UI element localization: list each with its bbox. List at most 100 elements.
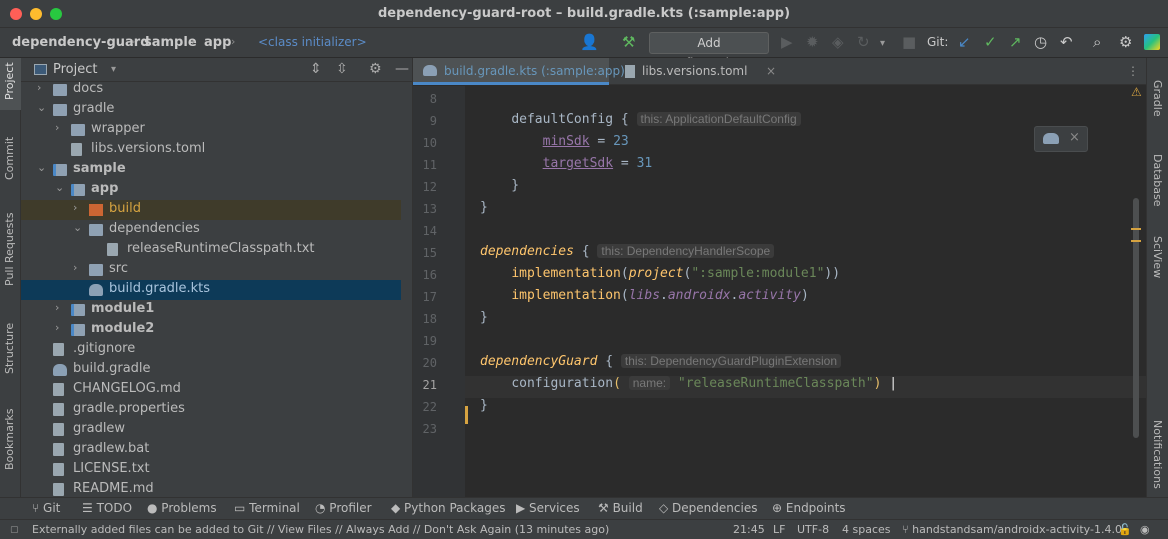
bookmarks-tool-button[interactable]: Bookmarks bbox=[3, 409, 16, 470]
tree-item-changelog-md[interactable]: CHANGELOG.md bbox=[21, 380, 401, 400]
project-view-chevron-icon[interactable]: ▾ bbox=[111, 64, 116, 75]
chevron-down-icon[interactable]: ⌄ bbox=[73, 221, 82, 234]
tree-item-app[interactable]: ⌄ app bbox=[21, 180, 401, 200]
notifications-tool-button[interactable]: Notifications bbox=[1151, 420, 1164, 489]
tree-item-gradle[interactable]: ⌄ gradle bbox=[21, 100, 401, 120]
close-popup-icon[interactable]: × bbox=[1069, 130, 1080, 145]
left-tool-strip: Project Commit Pull Requests Structure B… bbox=[0, 58, 21, 497]
project-tool-button[interactable]: Project bbox=[3, 62, 16, 100]
panel-settings-gear-icon[interactable]: ⚙ bbox=[369, 61, 382, 77]
add-configuration-button[interactable]: Add Configuration... bbox=[649, 32, 769, 70]
status-panel-icon[interactable]: ▢ bbox=[10, 525, 19, 535]
git-push-icon[interactable]: ↗ bbox=[1009, 35, 1022, 50]
user-icon[interactable]: 👤 bbox=[580, 35, 599, 50]
profile-icon[interactable]: ↻ bbox=[857, 35, 870, 50]
hide-panel-icon[interactable]: — bbox=[395, 61, 409, 77]
git-branch[interactable]: ⑂ handstandsam/androidx-activity-1.4.0 bbox=[902, 523, 1122, 536]
tool-python-packages[interactable]: ◆ Python Packages bbox=[391, 501, 505, 515]
tree-item-module1[interactable]: › module1 bbox=[21, 300, 401, 320]
tool-terminal[interactable]: ▭ Terminal bbox=[234, 501, 300, 515]
chevron-right-icon[interactable]: › bbox=[55, 301, 59, 314]
git-update-icon[interactable]: ↙ bbox=[958, 35, 971, 50]
class-initializer-crumb[interactable]: <class initializer> bbox=[258, 35, 367, 55]
tree-item-gradlew-bat[interactable]: gradlew.bat bbox=[21, 440, 401, 460]
tree-item-sample[interactable]: ⌄ sample bbox=[21, 160, 401, 180]
lock-icon[interactable]: 🔓 bbox=[1118, 523, 1132, 536]
chevron-right-icon[interactable]: › bbox=[37, 81, 41, 94]
run-icon[interactable]: ▶ bbox=[781, 35, 793, 50]
tree-item-libs-versions-toml[interactable]: libs.versions.toml bbox=[21, 140, 401, 160]
tab-libs-versions-toml[interactable]: libs.versions.toml × bbox=[609, 58, 784, 85]
tool-build[interactable]: ⚒ Build bbox=[598, 501, 643, 515]
change-marker bbox=[465, 406, 468, 424]
tree-item-releaseruntimeclasspath-txt[interactable]: releaseRuntimeClasspath.txt bbox=[21, 240, 401, 260]
code-line-18: } bbox=[480, 310, 488, 325]
tab-build-gradle-kts[interactable]: build.gradle.kts (:sample:app) bbox=[413, 58, 625, 85]
status-message[interactable]: Externally added files can be added to G… bbox=[32, 523, 609, 536]
sciview-tool-button[interactable]: SciView bbox=[1151, 236, 1164, 278]
collapse-all-icon[interactable]: ⇳ bbox=[336, 61, 348, 77]
tab-list-icon[interactable]: ⋮ bbox=[1127, 64, 1139, 78]
tree-item-docs[interactable]: › docs bbox=[21, 80, 401, 100]
gradle-sync-icon[interactable] bbox=[1043, 133, 1059, 144]
tree-item-gradle-properties[interactable]: gradle.properties bbox=[21, 400, 401, 420]
warning-icon[interactable]: ⚠ bbox=[1131, 85, 1142, 99]
line-separator[interactable]: LF bbox=[773, 523, 785, 536]
indent-setting[interactable]: 4 spaces bbox=[842, 523, 891, 536]
database-tool-button[interactable]: Database bbox=[1151, 154, 1164, 207]
tree-item-gitignore[interactable]: .gitignore bbox=[21, 340, 401, 360]
more-run-chevron-icon[interactable]: ▾ bbox=[880, 36, 885, 51]
coverage-icon[interactable]: ◈ bbox=[832, 35, 844, 50]
tree-item-dependencies[interactable]: ⌄ dependencies bbox=[21, 220, 401, 240]
editor-scrollbar[interactable] bbox=[1133, 198, 1139, 438]
structure-tool-button[interactable]: Structure bbox=[3, 323, 16, 374]
tool-todo[interactable]: ☰ TODO bbox=[82, 501, 132, 515]
expand-all-icon[interactable]: ⇕ bbox=[310, 61, 322, 77]
tree-item-label: gradle.properties bbox=[73, 401, 185, 416]
chevron-down-icon[interactable]: ⌄ bbox=[37, 161, 46, 174]
inspection-icon[interactable]: ◉ bbox=[1140, 523, 1150, 536]
tool-services[interactable]: ▶ Services bbox=[516, 501, 580, 515]
debug-icon[interactable]: ✹ bbox=[806, 35, 819, 50]
breadcrumb-root[interactable]: dependency-guard bbox=[12, 35, 150, 50]
git-commit-icon[interactable]: ✓ bbox=[984, 35, 997, 50]
code-content[interactable]: defaultConfig { this: ApplicationDefault… bbox=[480, 86, 1130, 497]
toolbox-app-icon[interactable] bbox=[1144, 34, 1160, 50]
stop-icon[interactable]: ■ bbox=[902, 35, 916, 50]
tree-item-build-gradle[interactable]: build.gradle bbox=[21, 360, 401, 380]
tree-item-src[interactable]: › src bbox=[21, 260, 401, 280]
tree-item-build-gradle-kts[interactable]: build.gradle.kts bbox=[21, 280, 401, 300]
tree-item-build[interactable]: › build bbox=[21, 200, 401, 220]
caret-position[interactable]: 21:45 bbox=[733, 523, 765, 536]
chevron-down-icon[interactable]: ⌄ bbox=[37, 101, 46, 114]
tool-profiler[interactable]: ◔ Profiler bbox=[315, 501, 372, 515]
breadcrumb-sample[interactable]: sample bbox=[144, 35, 197, 50]
build-hammer-icon[interactable]: ⚒ bbox=[622, 35, 635, 50]
gradle-tool-button[interactable]: Gradle bbox=[1151, 80, 1164, 117]
chevron-right-icon[interactable]: › bbox=[55, 321, 59, 334]
chevron-right-icon[interactable]: › bbox=[73, 201, 77, 214]
tool-problems[interactable]: ● Problems bbox=[147, 501, 217, 515]
rollback-icon[interactable]: ↶ bbox=[1060, 35, 1073, 50]
tree-item-gradlew[interactable]: gradlew bbox=[21, 420, 401, 440]
file-encoding[interactable]: UTF-8 bbox=[797, 523, 829, 536]
tree-item-wrapper[interactable]: › wrapper bbox=[21, 120, 401, 140]
project-panel-title[interactable]: Project bbox=[53, 62, 97, 77]
tool-endpoints[interactable]: ⊕ Endpoints bbox=[772, 501, 846, 515]
tool-dependencies[interactable]: ◇ Dependencies bbox=[659, 501, 757, 515]
tree-item-license-txt[interactable]: LICENSE.txt bbox=[21, 460, 401, 480]
history-icon[interactable]: ◷ bbox=[1034, 35, 1047, 50]
tool-git[interactable]: ⑂ Git bbox=[32, 501, 60, 515]
tab-label: build.gradle.kts (:sample:app) bbox=[444, 64, 625, 78]
commit-tool-button[interactable]: Commit bbox=[3, 137, 16, 180]
chevron-right-icon[interactable]: › bbox=[55, 121, 59, 134]
breadcrumb-app[interactable]: app bbox=[204, 35, 231, 50]
chevron-down-icon[interactable]: ⌄ bbox=[55, 181, 64, 194]
line-number: 14 bbox=[422, 224, 437, 238]
search-icon[interactable]: ⌕ bbox=[1093, 35, 1101, 50]
pull-requests-tool-button[interactable]: Pull Requests bbox=[3, 213, 16, 286]
settings-gear-icon[interactable]: ⚙ bbox=[1119, 35, 1132, 50]
tree-item-module2[interactable]: › module2 bbox=[21, 320, 401, 340]
chevron-right-icon[interactable]: › bbox=[73, 261, 77, 274]
close-tab-icon[interactable]: × bbox=[766, 58, 776, 84]
